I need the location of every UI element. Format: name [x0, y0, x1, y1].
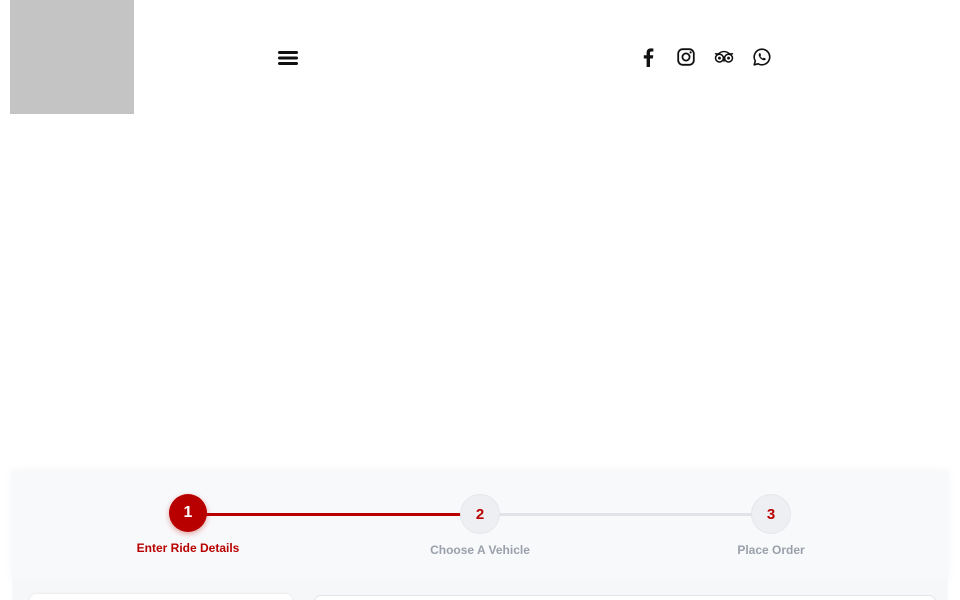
step-number-badge: 1: [169, 494, 207, 532]
step-choose-a-vehicle[interactable]: 2 Choose A Vehicle: [380, 494, 580, 557]
booking-stepper: 1 Enter Ride Details 2 Choose A Vehicle …: [12, 470, 948, 580]
hamburger-icon: [278, 51, 298, 65]
hamburger-menu-button[interactable]: [277, 48, 299, 68]
step-label: Enter Ride Details: [136, 541, 240, 555]
step-label: Place Order: [737, 543, 805, 557]
page: 1 Enter Ride Details 2 Choose A Vehicle …: [0, 0, 960, 600]
tripadvisor-icon[interactable]: [714, 47, 734, 67]
step-place-order[interactable]: 3 Place Order: [671, 494, 871, 557]
step-label: Choose A Vehicle: [430, 543, 530, 557]
map-panel: [314, 595, 936, 600]
ride-details-panel: [30, 594, 292, 600]
facebook-icon[interactable]: [638, 47, 658, 67]
logo-image[interactable]: [10, 0, 134, 114]
social-links: [638, 47, 772, 67]
step-number-badge: 2: [460, 494, 500, 534]
instagram-icon[interactable]: [676, 47, 696, 67]
step-enter-ride-details[interactable]: 1 Enter Ride Details: [88, 494, 288, 555]
step-number-badge: 3: [751, 494, 791, 534]
whatsapp-icon[interactable]: [752, 47, 772, 67]
